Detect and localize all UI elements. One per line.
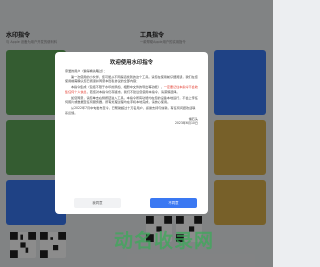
- site-watermark: 动名收录网: [114, 230, 215, 252]
- privacy-dialog: 欢迎使用水印指令 亲爱的用户（懒得看先略过）： 第一次使用的小伙伴，您可能从不同…: [55, 52, 208, 214]
- reject-button[interactable]: 不同意: [150, 198, 197, 208]
- dialog-title: 欢迎使用水印指令: [109, 60, 154, 66]
- dialog-greeting: 亲爱的用户（懒得看先略过）：: [65, 69, 107, 73]
- dialog-text: 本指令集成（包括不限于水印的添加、相册中文件的导出等功能），: [71, 85, 164, 90]
- agree-button[interactable]: 我同意: [74, 198, 121, 208]
- dialog-body: 亲爱的用户（懒得看先略过）： 第一次使用的小伙伴，您可能从不同渠道找到的这个工具…: [65, 69, 198, 125]
- dialog-paragraph: 本指令集成（包括不限于水印的添加、相册中文件的导出等功能），一定要记住本指令不会…: [65, 85, 198, 94]
- dialog-paragraph: 第一次使用的小伙伴，您可能从不同渠道找到的这个工具。请您在使用前仔细阅读，我们在…: [65, 75, 198, 84]
- dialog-text: ，若您对本指令仍存疑虑，我们不建议您使用本指令，请谨慎选择。: [86, 89, 180, 94]
- dialog-paragraph: 如您同意，请您单击右侧按钮进入工具。本指令所有功能均在您的设备本地运行，不会上传…: [65, 95, 198, 105]
- reject-button-label: 不同意: [168, 201, 179, 205]
- agree-button-label: 我同意: [92, 201, 103, 205]
- dialog-date: 2023年6月10日: [174, 121, 198, 126]
- dialog-paragraph: 从2022年7月中旬发布至今，已帮助超过十万名用户，感谢支持与信赖，有任何问题欢…: [65, 106, 196, 115]
